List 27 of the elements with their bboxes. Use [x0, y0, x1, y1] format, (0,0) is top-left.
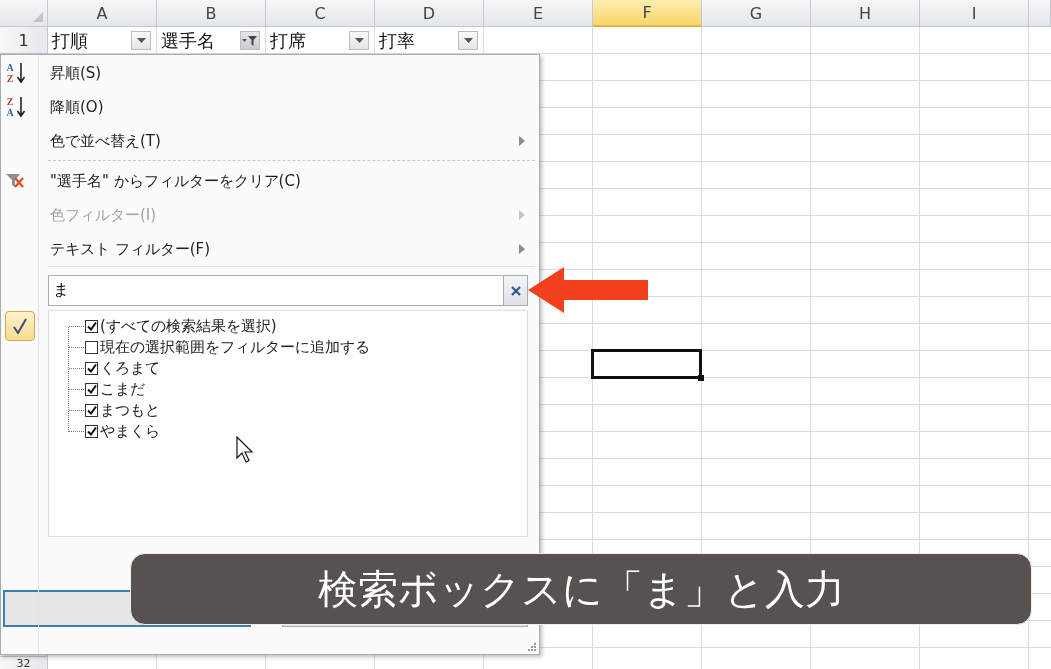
column-header[interactable]: H [811, 0, 920, 27]
search-field[interactable]: ま [48, 275, 503, 306]
column-header[interactable]: G [702, 0, 811, 27]
list-item-label[interactable]: 現在の選択範囲をフィルターに追加する [100, 338, 370, 357]
table-cell: 選手名 [161, 28, 215, 53]
column-header[interactable]: F [593, 0, 702, 27]
menu-item[interactable]: テキスト フィルター(F) [1, 232, 539, 266]
column-header[interactable]: A [48, 0, 157, 27]
list-item-label[interactable]: (すべての検索結果を選択) [100, 317, 277, 336]
list-item-label[interactable]: やまくら [100, 422, 160, 441]
list-item-label[interactable]: まつもと [100, 401, 160, 420]
column-header[interactable]: I [920, 0, 1029, 27]
column-header[interactable]: E [484, 0, 593, 27]
row-header[interactable]: 32 [0, 656, 47, 669]
column-header[interactable]: D [375, 0, 484, 27]
list-item-label[interactable]: くろまて [100, 359, 160, 378]
table-cell: 打順 [52, 28, 88, 53]
column-header[interactable]: B [157, 0, 266, 27]
column-header[interactable]: C [266, 0, 375, 27]
table-cell: 打率 [379, 28, 415, 53]
list-item-label[interactable]: こまだ [100, 380, 145, 399]
table-cell: 打席 [270, 28, 306, 53]
menu-item[interactable]: A Z 昇順(S) [1, 56, 539, 90]
menu-item[interactable]: Z A 降順(O) [1, 90, 539, 124]
menu-item[interactable]: 色で並べ替え(T) [1, 124, 539, 158]
menu-item[interactable]: "選手名" からフィルターをクリア(C) [1, 164, 539, 198]
caption-toast: 検索ボックスに「ま」と入力 [130, 553, 1032, 625]
